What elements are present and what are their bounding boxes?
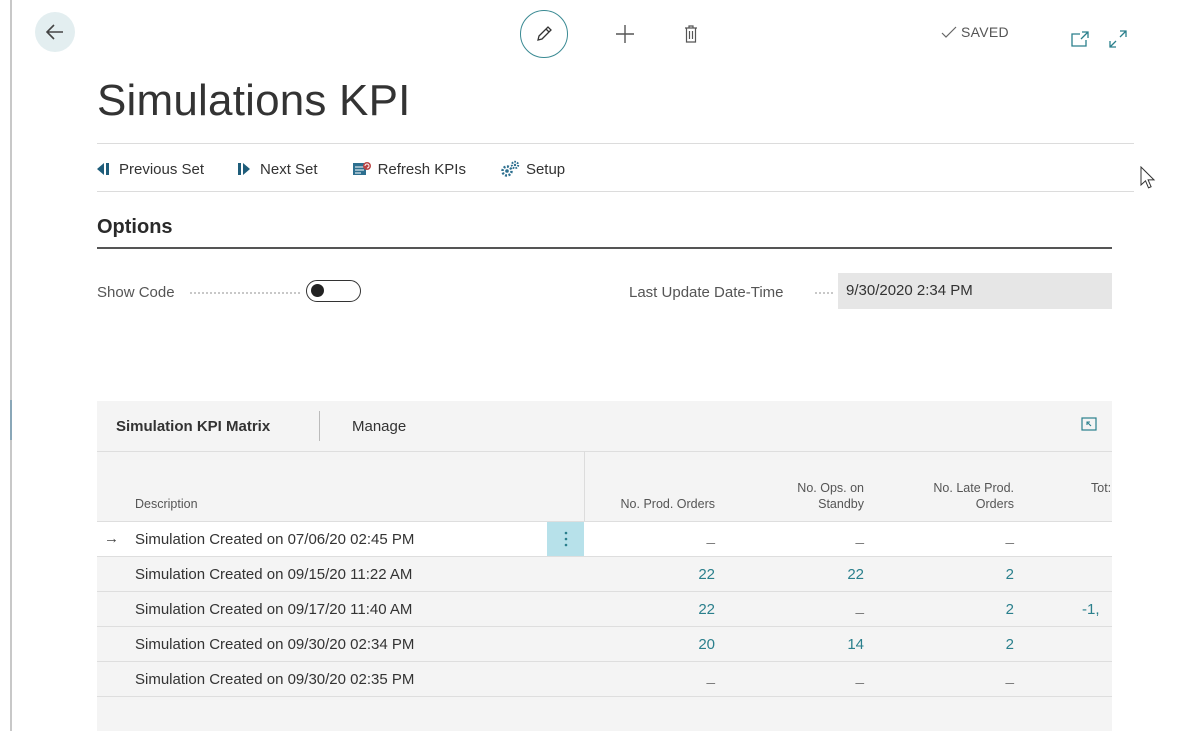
toggle-knob: [311, 284, 324, 297]
expand-button[interactable]: [1101, 22, 1135, 56]
collapse-part-icon: [1081, 417, 1097, 431]
cell-prod-orders[interactable]: 22: [597, 601, 715, 618]
gears-icon: [501, 160, 520, 177]
show-code-label: Show Code: [97, 284, 175, 301]
setup-button[interactable]: Setup: [500, 160, 565, 178]
row-line: [97, 696, 1112, 697]
table-row[interactable]: Simulation Created on 09/17/20 11:40 AM …: [97, 592, 1112, 627]
delete-button[interactable]: [674, 17, 708, 51]
options-underline: [97, 247, 1112, 249]
cell-ops-standby[interactable]: _: [747, 528, 864, 545]
row-actions-button[interactable]: [547, 522, 584, 556]
open-new-window-button[interactable]: [1063, 22, 1097, 56]
cell-ops-standby[interactable]: 14: [747, 636, 864, 653]
column-header-ops-standby-line2: Standby: [818, 497, 864, 511]
column-header-description[interactable]: Description: [135, 496, 198, 512]
column-header-ops-standby[interactable]: No. Ops. on Standby: [757, 480, 864, 512]
row-description[interactable]: Simulation Created on 09/30/20 02:34 PM: [135, 636, 414, 653]
plus-icon: [616, 25, 634, 43]
row-description[interactable]: Simulation Created on 09/30/20 02:35 PM: [135, 671, 414, 688]
header-top-line: [97, 451, 1112, 452]
mouse-cursor-icon: [1140, 165, 1156, 195]
title-divider: [97, 143, 1134, 144]
column-header-late-orders[interactable]: No. Late Prod. Orders: [907, 480, 1014, 512]
cell-ops-standby[interactable]: 22: [747, 566, 864, 583]
cell-ops-standby[interactable]: _: [747, 598, 864, 615]
cell-prod-orders[interactable]: 20: [597, 636, 715, 653]
manage-button[interactable]: Manage: [352, 418, 406, 435]
row-description[interactable]: Simulation Created on 07/06/20 02:45 PM: [135, 531, 414, 548]
last-update-label: Last Update Date-Time: [629, 284, 784, 301]
saved-status: SAVED: [941, 24, 1009, 40]
pencil-icon: [537, 26, 552, 41]
next-set-icon: [238, 163, 251, 175]
more-vertical-icon: [564, 531, 567, 547]
last-update-leader: [815, 292, 833, 294]
matrix-title[interactable]: Simulation KPI Matrix: [116, 418, 270, 435]
simulation-kpi-matrix: Simulation KPI Matrix Manage Description…: [97, 401, 1112, 731]
cell-prod-orders[interactable]: _: [597, 528, 715, 545]
cell-late-orders[interactable]: 2: [897, 601, 1014, 618]
edit-button[interactable]: [520, 10, 568, 58]
new-button[interactable]: [608, 17, 642, 51]
action-bar: Previous Set Next Set Refresh KPIs Setup: [97, 156, 565, 182]
previous-set-icon: [97, 163, 109, 175]
action-bar-divider: [97, 191, 1134, 192]
column-header-prod-orders[interactable]: No. Prod. Orders: [587, 496, 715, 512]
table-row[interactable]: Simulation Created on 09/15/20 11:22 AM …: [97, 557, 1112, 592]
column-header-total[interactable]: Tot:: [1091, 480, 1111, 496]
cell-total[interactable]: -1,: [1082, 601, 1122, 618]
row-description[interactable]: Simulation Created on 09/15/20 11:22 AM: [135, 566, 412, 583]
part-expand-button[interactable]: [1081, 417, 1097, 436]
cell-prod-orders[interactable]: 22: [597, 566, 715, 583]
next-set-button[interactable]: Next Set: [238, 161, 318, 178]
matrix-header: Simulation KPI Matrix Manage: [97, 401, 1112, 451]
cell-late-orders[interactable]: _: [897, 668, 1014, 685]
checkmark-icon: [941, 26, 957, 38]
current-row-arrow-icon: →: [104, 530, 119, 547]
cell-ops-standby[interactable]: _: [747, 668, 864, 685]
table-row[interactable]: Simulation Created on 09/30/20 02:34 PM …: [97, 627, 1112, 662]
left-rail-marker: [10, 400, 12, 440]
show-code-toggle[interactable]: [306, 280, 361, 302]
table-row[interactable]: → Simulation Created on 07/06/20 02:45 P…: [97, 522, 1112, 557]
popout-icon: [1071, 31, 1089, 47]
previous-set-button[interactable]: Previous Set: [97, 161, 204, 178]
refresh-kpis-label: Refresh KPIs: [377, 160, 466, 178]
expand-icon: [1109, 30, 1127, 48]
matrix-header-divider: [319, 411, 320, 441]
cell-late-orders[interactable]: 2: [897, 636, 1014, 653]
arrow-left-icon: [46, 24, 63, 40]
row-description[interactable]: Simulation Created on 09/17/20 11:40 AM: [135, 601, 412, 618]
setup-label: Setup: [525, 160, 566, 178]
cell-late-orders[interactable]: _: [897, 528, 1014, 545]
page-title: Simulations KPI: [97, 76, 411, 125]
saved-label: SAVED: [961, 24, 1009, 40]
cell-late-orders[interactable]: 2: [897, 566, 1014, 583]
previous-set-label: Previous Set: [119, 160, 205, 178]
column-header-late-orders-line2: Orders: [975, 497, 1014, 511]
column-divider: [584, 451, 585, 521]
column-header-late-orders-line1: No. Late Prod.: [933, 481, 1014, 495]
table-row[interactable]: Simulation Created on 09/30/20 02:35 PM …: [97, 662, 1112, 697]
show-code-leader: [190, 292, 300, 294]
cell-prod-orders[interactable]: _: [597, 668, 715, 685]
trash-icon: [685, 25, 697, 43]
last-update-field[interactable]: 9/30/2020 2:34 PM: [838, 273, 1112, 309]
back-button[interactable]: [35, 12, 75, 52]
refresh-kpis-button[interactable]: Refresh KPIs: [352, 160, 466, 178]
left-rail: [10, 0, 12, 731]
next-set-label: Next Set: [260, 160, 318, 178]
refresh-icon: [352, 162, 371, 175]
top-actions: [520, 10, 708, 58]
column-header-ops-standby-line1: No. Ops. on: [797, 481, 864, 495]
options-title[interactable]: Options: [97, 216, 173, 239]
